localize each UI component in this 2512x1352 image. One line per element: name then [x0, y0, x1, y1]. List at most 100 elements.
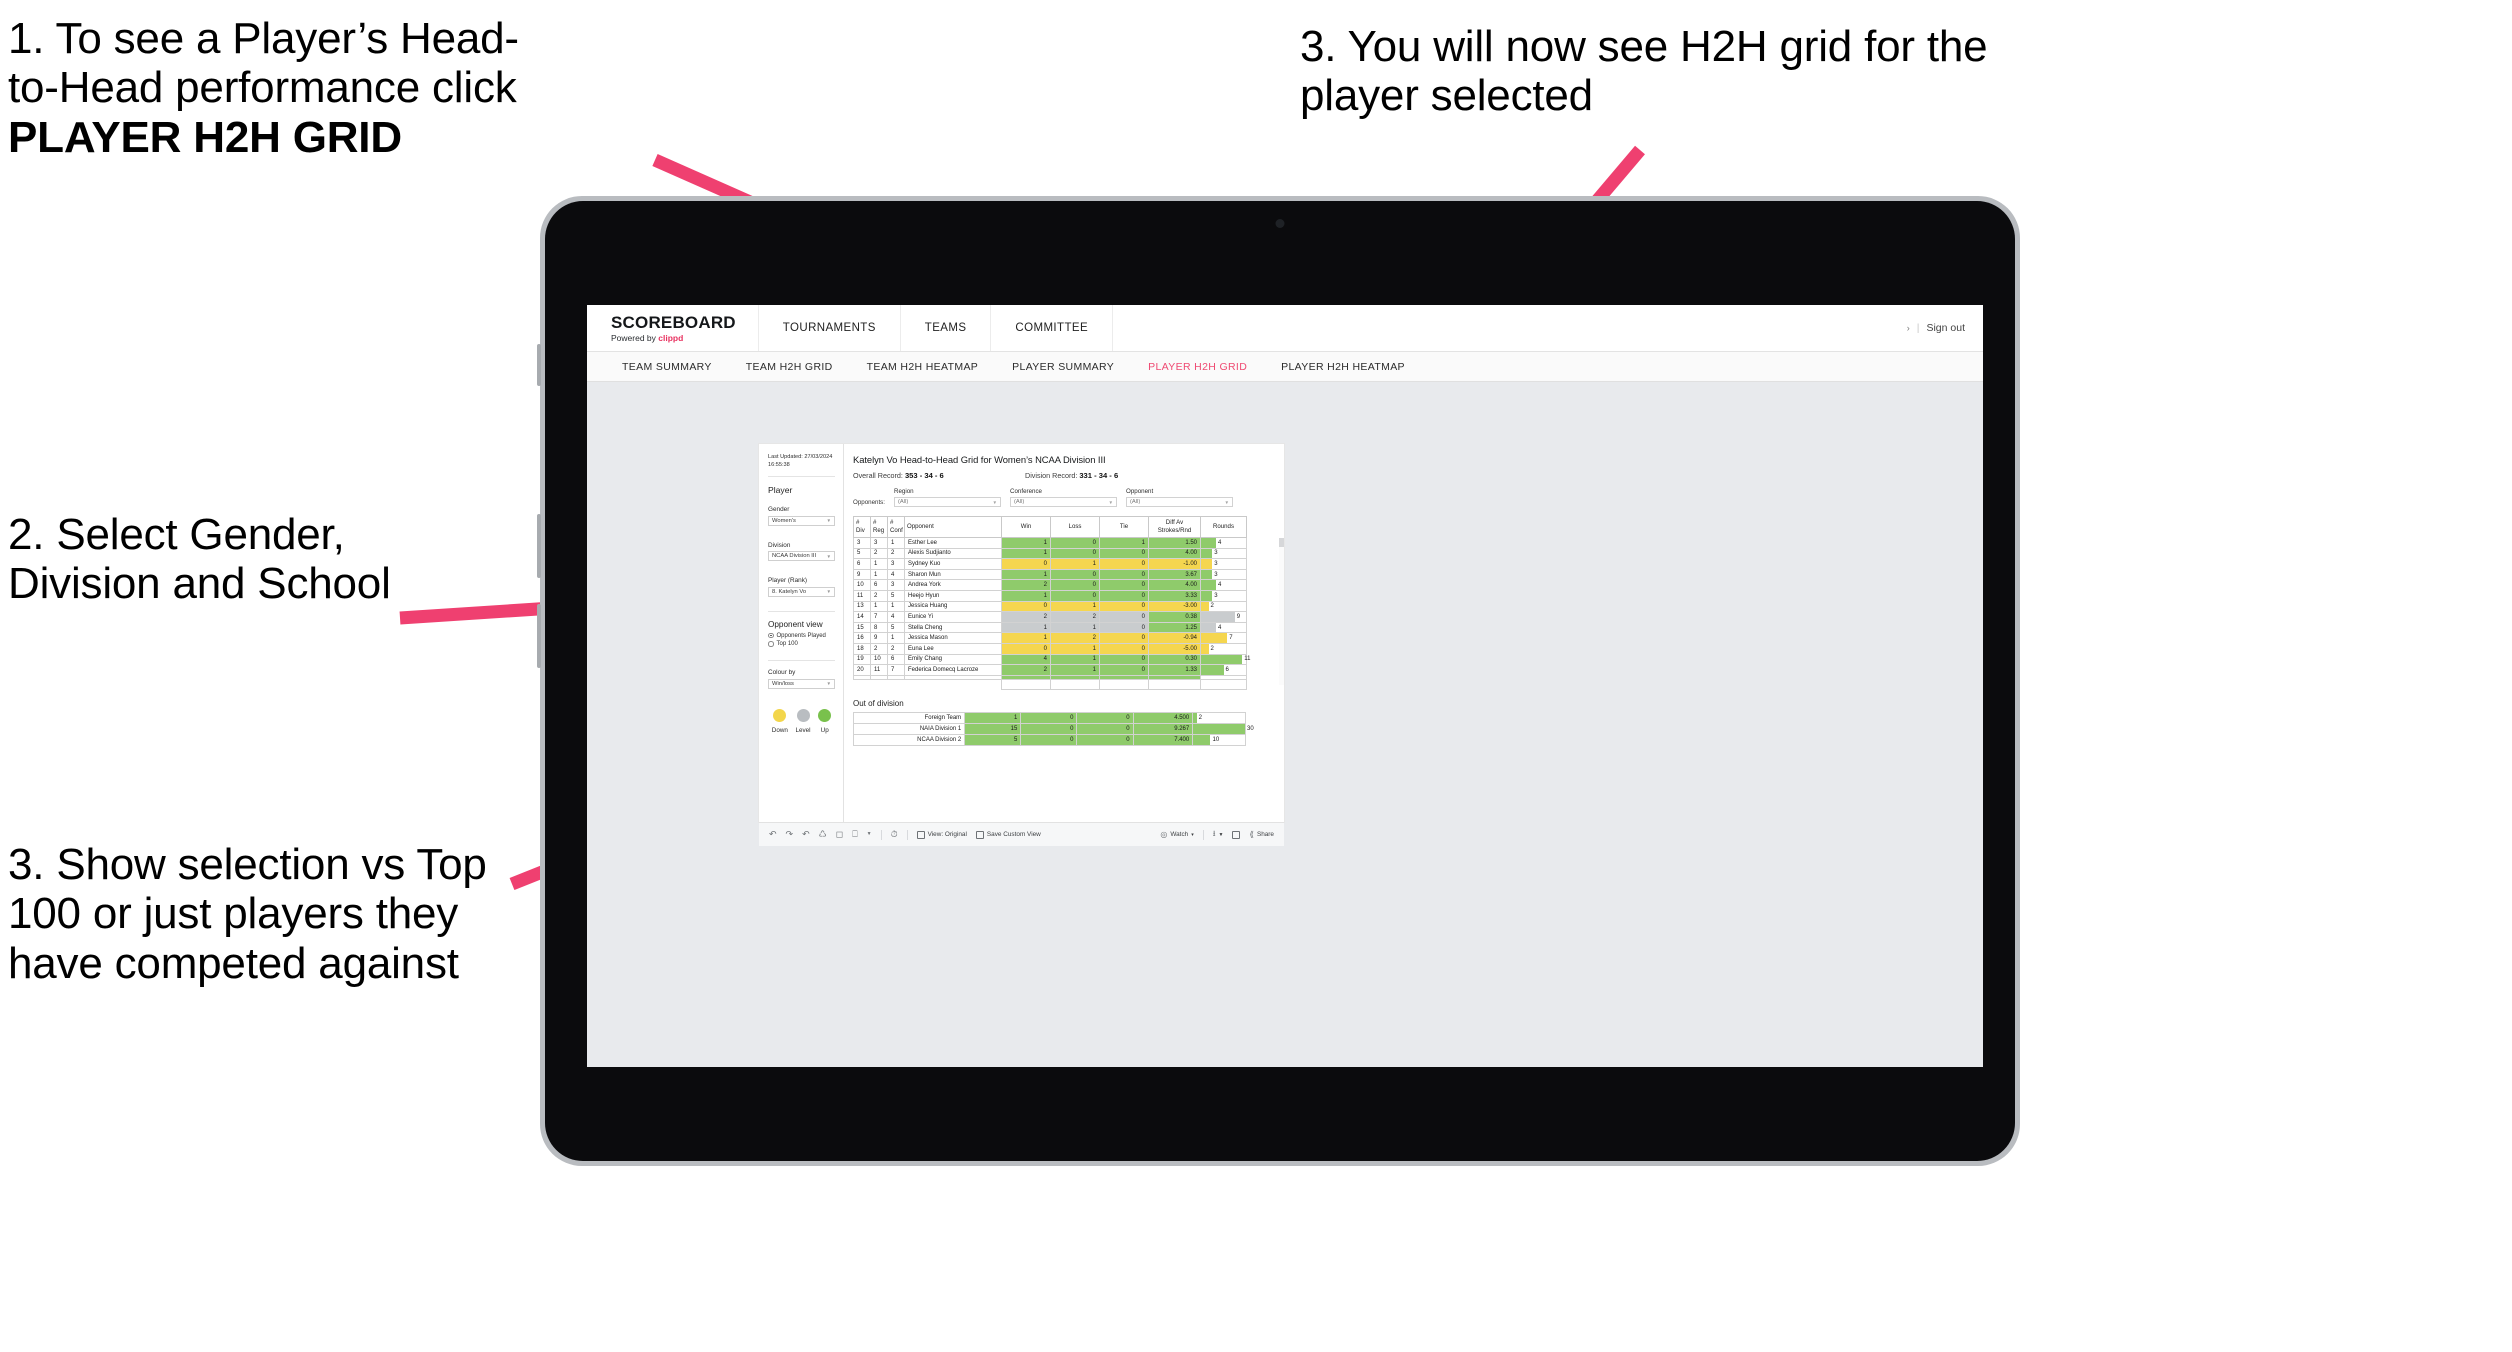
division-dropdown[interactable]: NCAA Division III ▼ — [768, 551, 835, 562]
clock-icon[interactable]: ⏱ — [891, 830, 898, 839]
save-custom-view-button[interactable]: Save Custom View — [975, 830, 1041, 839]
table-row[interactable]: 18 2 2 Euna Lee 0 1 0 -5.00 2 — [853, 642, 1247, 655]
last-updated-label: Last Updated: 27/03/2024 16:55:38 — [768, 454, 833, 468]
download-button[interactable]: ⭳ ▼ — [1213, 828, 1224, 842]
cell-empty — [905, 679, 1002, 690]
table-scrollbar[interactable] — [1279, 538, 1284, 685]
table-row[interactable]: 9 1 4 Sharon Mun 1 0 0 3.67 3 — [853, 568, 1247, 581]
shape-icon[interactable]: ⎕ — [852, 830, 857, 839]
table-row[interactable]: 3 3 1 Esther Lee 1 0 1 1.50 4 — [853, 537, 1247, 549]
radio-top-100[interactable]: Top 100 — [768, 641, 835, 647]
out-of-division-row[interactable]: Foreign Team 1 0 0 4.500 2 — [852, 712, 1246, 725]
col-conf-line1: # — [890, 519, 894, 527]
table-row[interactable]: 14 7 4 Eunice Yi 2 2 0 0.38 9 — [853, 611, 1247, 623]
table-row[interactable]: 16 9 1 Jessica Mason 1 2 0 -0.94 7 — [853, 632, 1247, 644]
caret-down-icon[interactable]: ▼ — [867, 832, 872, 837]
table-row[interactable]: 11 2 5 Heejo Hyun 1 0 0 3.33 3 — [853, 589, 1247, 602]
colour-by-dropdown[interactable]: Win/loss ▼ — [768, 678, 835, 689]
rounds-value: 3 — [1214, 592, 1218, 599]
cell-empty — [1148, 678, 1201, 691]
cell-tie: 0 — [1099, 611, 1149, 623]
view-original-button[interactable]: View: Original — [916, 830, 967, 839]
cell-loss: 0 — [1050, 547, 1100, 560]
tab-team-h2h-heatmap[interactable]: TEAM H2H HEATMAP — [850, 361, 996, 373]
region-value: (All) — [898, 499, 909, 505]
tab-player-h2h-grid[interactable]: PLAYER H2H GRID — [1131, 361, 1264, 373]
legend-label-level: Level — [795, 726, 811, 734]
cell-loss: 1 — [1050, 558, 1100, 570]
watch-button[interactable]: ◎ Watch ▾ — [1160, 830, 1193, 839]
tab-player-h2h-heatmap[interactable]: PLAYER H2H HEATMAP — [1264, 361, 1422, 373]
table-row[interactable]: 19 10 6 Emily Chang 4 1 0 0.30 11 — [853, 653, 1250, 666]
cell-div: 10 — [853, 579, 871, 591]
rounds-value: 3 — [1214, 571, 1218, 578]
rounds-value: 9 — [1236, 613, 1241, 620]
out-of-division-row[interactable]: NAIA Division 1 15 0 0 9.267 30 — [852, 723, 1254, 736]
app-header: SCOREBOARD Powered by clippd TOURNAMENTS… — [587, 305, 1983, 352]
cell-conf: 3 — [887, 579, 905, 591]
nav-teams[interactable]: TEAMS — [901, 305, 992, 351]
fullscreen-button[interactable] — [1232, 830, 1241, 839]
out-of-division-row[interactable]: NCAA Division 2 5 0 0 7.400 10 — [852, 734, 1246, 747]
rounds-bar: 4 — [1201, 622, 1246, 633]
conference-dropdown[interactable]: (All) ▼ — [1010, 497, 1117, 507]
cell-reg: 10 — [870, 653, 888, 666]
region-dropdown[interactable]: (All) ▼ — [894, 497, 1001, 507]
rounds-bar-fill — [1201, 538, 1216, 548]
colour-by-value: Win/loss — [772, 680, 794, 687]
rounds-bar-fill — [1193, 735, 1211, 746]
sign-out-link[interactable]: Sign out — [1926, 322, 1965, 334]
radio-opponents-played[interactable]: Opponents Played — [768, 633, 835, 639]
opponent-dropdown[interactable]: (All) ▼ — [1126, 497, 1233, 507]
scrollbar-thumb[interactable] — [1279, 538, 1284, 547]
table-row[interactable]: 13 1 1 Jessica Huang 0 1 0 -3.00 2 — [853, 600, 1247, 613]
cell-conf: 7 — [887, 664, 905, 676]
cell-diff: 4.500 — [1132, 712, 1194, 725]
cell-diff: 0.38 — [1148, 611, 1201, 623]
device-button-power[interactable] — [537, 344, 541, 386]
cell-div: 20 — [853, 664, 871, 676]
table-row[interactable]: 15 8 5 Stella Cheng 1 1 0 1.25 4 — [853, 621, 1247, 634]
device-button-volume-up[interactable] — [537, 514, 541, 578]
undo-icon[interactable]: ↶ — [769, 830, 777, 839]
cell-win: 0 — [1001, 558, 1051, 570]
gender-filter: Gender Women's ▼ — [768, 506, 835, 526]
pause-icon[interactable]: ◻ — [836, 830, 843, 839]
tablet-screen-bezel: SCOREBOARD Powered by clippd TOURNAMENTS… — [545, 201, 2015, 1161]
rounds-bar: 3 — [1201, 559, 1246, 569]
revert-icon[interactable]: ↶ — [802, 830, 810, 839]
device-button-volume-down[interactable] — [537, 604, 541, 668]
redo-icon[interactable]: ↷ — [786, 830, 794, 839]
cell-win: 1 — [1001, 547, 1051, 560]
tab-player-summary[interactable]: PLAYER SUMMARY — [995, 361, 1131, 373]
chevron-right-icon[interactable]: › — [1907, 323, 1910, 333]
nav-tournaments[interactable]: TOURNAMENTS — [759, 305, 901, 351]
share-button[interactable]: ⟪ Share — [1249, 830, 1274, 839]
cell-diff: 3.33 — [1148, 589, 1201, 602]
conference-value: (All) — [1014, 499, 1025, 505]
nav-committee[interactable]: COMMITTEE — [991, 305, 1114, 351]
refresh-icon[interactable]: ♺ — [819, 830, 827, 839]
download-icon: ⭳ — [1212, 828, 1216, 838]
tab-team-summary[interactable]: TEAM SUMMARY — [605, 361, 729, 373]
cell-diff: 7.400 — [1132, 734, 1194, 747]
viz-title: Katelyn Vo Head-to-Head Grid for Women’s… — [853, 454, 1106, 465]
rounds-bar: 3 — [1201, 590, 1246, 601]
table-empty-tail — [854, 678, 1247, 691]
table-row[interactable]: 10 6 3 Andrea York 2 0 0 4.00 4 — [853, 579, 1247, 591]
gender-dropdown[interactable]: Women's ▼ — [768, 515, 835, 526]
tab-team-h2h-grid[interactable]: TEAM H2H GRID — [729, 361, 850, 373]
rounds-bar: 7 — [1201, 633, 1246, 643]
cell-rounds: 30 — [1192, 723, 1254, 736]
table-row[interactable]: 20 11 7 Federica Domecq Lacroze 2 1 0 1.33 6 — [853, 664, 1247, 676]
cell-opponent: Alexis Sudjianto — [904, 547, 1002, 560]
cell-tie: 0 — [1099, 653, 1149, 666]
cell-win: 1 — [1001, 621, 1051, 634]
cell-tie: 1 — [1099, 537, 1149, 549]
table-row[interactable]: 5 2 2 Alexis Sudjianto 1 0 0 4.00 3 — [853, 547, 1247, 560]
col-diff-line2: Strokes/Rnd — [1157, 527, 1192, 534]
out-of-division-table: Foreign Team 1 0 0 4.500 2 NAIA Division 1 15 0 0… — [852, 712, 1254, 747]
col-loss: Loss — [1050, 516, 1100, 538]
player-rank-dropdown[interactable]: 8. Katelyn Vo ▼ — [768, 586, 835, 597]
table-row[interactable]: 6 1 3 Sydney Kuo 0 1 0 -1.00 3 — [853, 558, 1247, 570]
